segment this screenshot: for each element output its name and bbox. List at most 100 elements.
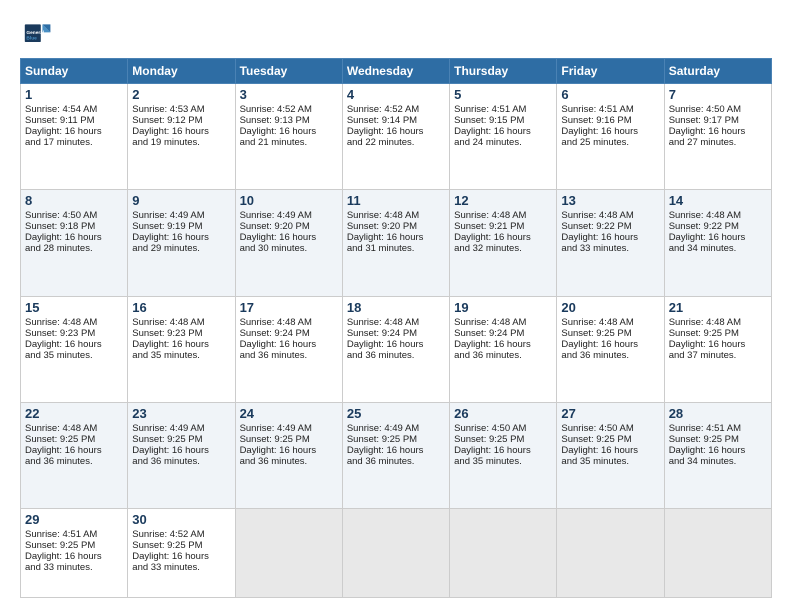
- day-info-line: Daylight: 16 hours: [454, 232, 552, 243]
- day-info-line: Daylight: 16 hours: [347, 339, 445, 350]
- day-info-line: Sunrise: 4:52 AM: [240, 104, 338, 115]
- day-info-line: and 36 minutes.: [454, 350, 552, 361]
- calendar-cell: 24Sunrise: 4:49 AMSunset: 9:25 PMDayligh…: [235, 402, 342, 508]
- day-info-line: and 19 minutes.: [132, 137, 230, 148]
- day-number: 3: [240, 87, 338, 102]
- day-number: 14: [669, 193, 767, 208]
- day-number: 7: [669, 87, 767, 102]
- week-row-5: 29Sunrise: 4:51 AMSunset: 9:25 PMDayligh…: [21, 509, 772, 598]
- day-info-line: Sunset: 9:25 PM: [561, 328, 659, 339]
- calendar-cell: 15Sunrise: 4:48 AMSunset: 9:23 PMDayligh…: [21, 296, 128, 402]
- day-info-line: Daylight: 16 hours: [132, 126, 230, 137]
- day-info-line: and 25 minutes.: [561, 137, 659, 148]
- day-info-line: Daylight: 16 hours: [454, 339, 552, 350]
- day-number: 10: [240, 193, 338, 208]
- calendar-cell: 30Sunrise: 4:52 AMSunset: 9:25 PMDayligh…: [128, 509, 235, 598]
- day-info-line: Daylight: 16 hours: [240, 126, 338, 137]
- day-info-line: and 32 minutes.: [454, 243, 552, 254]
- day-header-tuesday: Tuesday: [235, 59, 342, 84]
- day-info-line: Sunrise: 4:48 AM: [25, 423, 123, 434]
- calendar-cell: [664, 509, 771, 598]
- calendar-cell: 20Sunrise: 4:48 AMSunset: 9:25 PMDayligh…: [557, 296, 664, 402]
- day-number: 29: [25, 512, 123, 527]
- day-number: 12: [454, 193, 552, 208]
- week-row-1: 1Sunrise: 4:54 AMSunset: 9:11 PMDaylight…: [21, 84, 772, 190]
- day-info-line: and 35 minutes.: [25, 350, 123, 361]
- calendar-cell: 27Sunrise: 4:50 AMSunset: 9:25 PMDayligh…: [557, 402, 664, 508]
- page: General Blue SundayMondayTuesdayWednesda…: [0, 0, 792, 612]
- day-info-line: Daylight: 16 hours: [454, 126, 552, 137]
- day-info-line: and 34 minutes.: [669, 243, 767, 254]
- day-info-line: Sunrise: 4:49 AM: [132, 210, 230, 221]
- day-info-line: Sunrise: 4:48 AM: [347, 317, 445, 328]
- day-info-line: Sunset: 9:19 PM: [132, 221, 230, 232]
- day-info-line: Sunset: 9:22 PM: [669, 221, 767, 232]
- calendar-cell: 14Sunrise: 4:48 AMSunset: 9:22 PMDayligh…: [664, 190, 771, 296]
- day-info-line: and 30 minutes.: [240, 243, 338, 254]
- calendar-cell: 25Sunrise: 4:49 AMSunset: 9:25 PMDayligh…: [342, 402, 449, 508]
- day-info-line: Daylight: 16 hours: [561, 126, 659, 137]
- day-info-line: Sunset: 9:25 PM: [561, 434, 659, 445]
- day-number: 23: [132, 406, 230, 421]
- day-info-line: Sunrise: 4:54 AM: [25, 104, 123, 115]
- calendar-cell: 29Sunrise: 4:51 AMSunset: 9:25 PMDayligh…: [21, 509, 128, 598]
- day-info-line: and 37 minutes.: [669, 350, 767, 361]
- day-info-line: and 36 minutes.: [25, 456, 123, 467]
- day-info-line: and 29 minutes.: [132, 243, 230, 254]
- calendar-cell: 17Sunrise: 4:48 AMSunset: 9:24 PMDayligh…: [235, 296, 342, 402]
- calendar-cell: 6Sunrise: 4:51 AMSunset: 9:16 PMDaylight…: [557, 84, 664, 190]
- day-number: 2: [132, 87, 230, 102]
- day-info-line: Sunrise: 4:51 AM: [669, 423, 767, 434]
- day-info-line: Sunrise: 4:49 AM: [240, 423, 338, 434]
- day-header-monday: Monday: [128, 59, 235, 84]
- day-info-line: Daylight: 16 hours: [669, 126, 767, 137]
- day-info-line: Sunrise: 4:48 AM: [561, 210, 659, 221]
- day-info-line: Sunrise: 4:48 AM: [669, 317, 767, 328]
- day-info-line: Daylight: 16 hours: [561, 339, 659, 350]
- day-info-line: and 33 minutes.: [132, 562, 230, 573]
- day-info-line: and 33 minutes.: [25, 562, 123, 573]
- day-info-line: Sunset: 9:23 PM: [132, 328, 230, 339]
- day-info-line: Sunset: 9:21 PM: [454, 221, 552, 232]
- logo: General Blue: [20, 18, 52, 50]
- day-info-line: Daylight: 16 hours: [454, 445, 552, 456]
- calendar-cell: 11Sunrise: 4:48 AMSunset: 9:20 PMDayligh…: [342, 190, 449, 296]
- day-info-line: Daylight: 16 hours: [132, 551, 230, 562]
- day-info-line: Sunset: 9:25 PM: [25, 540, 123, 551]
- calendar-cell: 23Sunrise: 4:49 AMSunset: 9:25 PMDayligh…: [128, 402, 235, 508]
- day-number: 11: [347, 193, 445, 208]
- week-row-2: 8Sunrise: 4:50 AMSunset: 9:18 PMDaylight…: [21, 190, 772, 296]
- day-info-line: and 22 minutes.: [347, 137, 445, 148]
- day-info-line: Sunrise: 4:48 AM: [347, 210, 445, 221]
- day-info-line: Sunrise: 4:48 AM: [132, 317, 230, 328]
- day-info-line: Daylight: 16 hours: [25, 445, 123, 456]
- day-info-line: Sunrise: 4:53 AM: [132, 104, 230, 115]
- day-info-line: Sunset: 9:22 PM: [561, 221, 659, 232]
- day-info-line: Daylight: 16 hours: [240, 232, 338, 243]
- day-number: 21: [669, 300, 767, 315]
- day-info-line: Daylight: 16 hours: [132, 232, 230, 243]
- day-info-line: Daylight: 16 hours: [240, 445, 338, 456]
- logo-icon: General Blue: [20, 18, 52, 50]
- calendar-cell: 9Sunrise: 4:49 AMSunset: 9:19 PMDaylight…: [128, 190, 235, 296]
- day-number: 17: [240, 300, 338, 315]
- calendar-cell: 28Sunrise: 4:51 AMSunset: 9:25 PMDayligh…: [664, 402, 771, 508]
- day-info-line: Sunset: 9:25 PM: [240, 434, 338, 445]
- day-info-line: and 36 minutes.: [132, 456, 230, 467]
- day-header-saturday: Saturday: [664, 59, 771, 84]
- day-info-line: Sunrise: 4:50 AM: [561, 423, 659, 434]
- day-info-line: Sunset: 9:25 PM: [669, 328, 767, 339]
- calendar-cell: 16Sunrise: 4:48 AMSunset: 9:23 PMDayligh…: [128, 296, 235, 402]
- svg-text:General: General: [26, 30, 44, 36]
- day-info-line: Sunrise: 4:50 AM: [669, 104, 767, 115]
- day-info-line: and 31 minutes.: [347, 243, 445, 254]
- day-info-line: Sunset: 9:24 PM: [347, 328, 445, 339]
- calendar-cell: 7Sunrise: 4:50 AMSunset: 9:17 PMDaylight…: [664, 84, 771, 190]
- day-info-line: Daylight: 16 hours: [25, 232, 123, 243]
- day-info-line: Daylight: 16 hours: [561, 445, 659, 456]
- day-number: 6: [561, 87, 659, 102]
- day-info-line: and 35 minutes.: [561, 456, 659, 467]
- day-number: 22: [25, 406, 123, 421]
- day-info-line: Daylight: 16 hours: [25, 339, 123, 350]
- calendar-cell: 12Sunrise: 4:48 AMSunset: 9:21 PMDayligh…: [450, 190, 557, 296]
